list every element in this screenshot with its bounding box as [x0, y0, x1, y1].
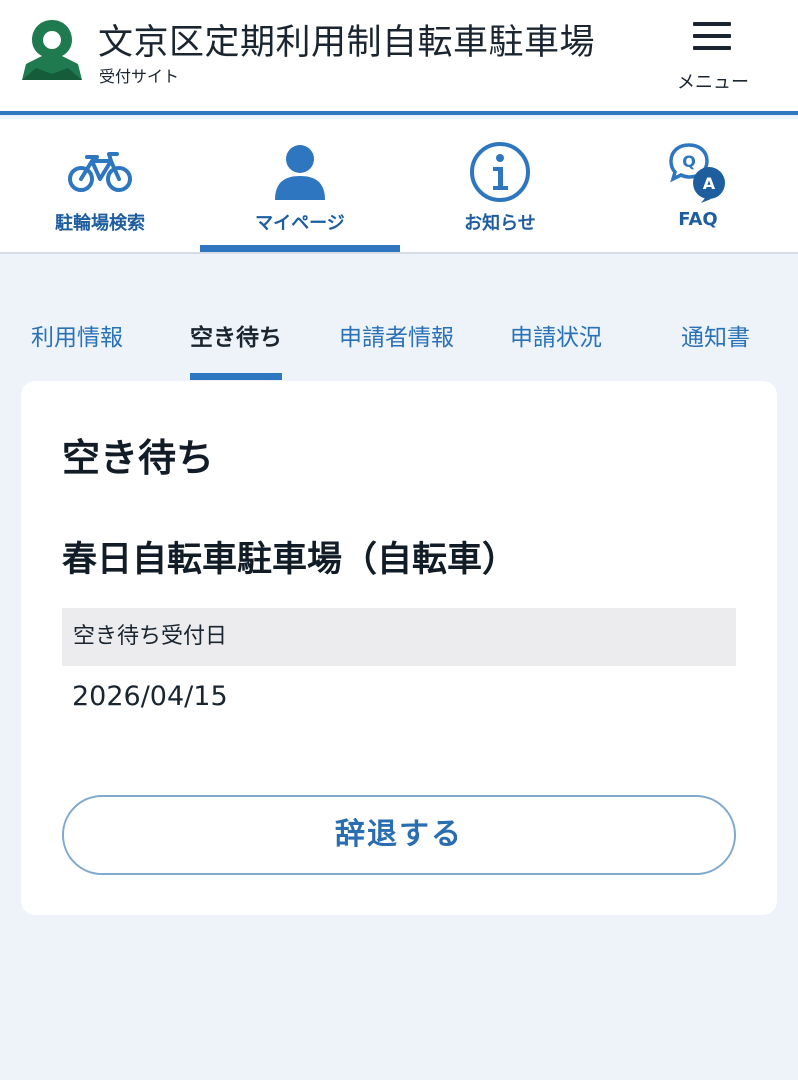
nav-label: マイページ — [255, 213, 345, 234]
nav-faq[interactable]: Q A FAQ — [598, 119, 798, 252]
mypage-tabs: 利用情報 空き待ち 申請者情報 申請状況 通知書 — [0, 318, 798, 380]
tab-label: 通知書 — [681, 325, 750, 351]
tab-applicant-info[interactable]: 申請者情報 — [339, 318, 454, 380]
faq-icon: Q A — [669, 143, 725, 203]
field-value-waiting-date: 2026/04/15 — [72, 681, 228, 712]
menu-label: メニュー — [677, 72, 749, 93]
withdraw-button[interactable]: 辞退する — [62, 795, 736, 875]
site-subtitle: 受付サイト — [99, 67, 180, 86]
bicycle-icon — [68, 152, 132, 192]
nav-active-indicator — [200, 245, 400, 252]
waiting-card: 空き待ち 春日自転車駐車場（自転車） 空き待ち受付日 2026/04/15 辞退… — [21, 381, 777, 915]
tab-application-status[interactable]: 申請状況 — [510, 318, 602, 380]
nav-label: FAQ — [678, 209, 718, 230]
site-header: 文京区定期利用制自転車駐車場 受付サイト メニュー — [0, 0, 798, 115]
field-label-waiting-date: 空き待ち受付日 — [62, 608, 736, 666]
hamburger-icon — [693, 22, 731, 50]
tab-label: 申請者情報 — [339, 325, 454, 351]
nav-label: 駐輪場検索 — [55, 213, 145, 234]
info-icon — [470, 142, 530, 202]
tab-waiting[interactable]: 空き待ち — [190, 318, 282, 380]
bunkyo-ward-logo[interactable] — [18, 18, 86, 84]
tab-usage-info[interactable]: 利用情報 — [31, 318, 123, 380]
person-icon — [275, 145, 325, 200]
svg-text:Q: Q — [682, 152, 696, 171]
tab-label: 空き待ち — [190, 325, 282, 351]
tab-label: 利用情報 — [31, 325, 123, 351]
menu-button[interactable]: メニュー — [668, 18, 758, 94]
nav-label: お知らせ — [464, 213, 536, 234]
nav-mypage[interactable]: マイページ — [200, 119, 400, 252]
main-nav: 駐輪場検索 マイページ お知らせ Q A FAQ — [0, 119, 798, 254]
tab-label: 申請状況 — [510, 325, 602, 351]
site-title: 文京区定期利用制自転車駐車場 — [98, 23, 596, 63]
tab-active-indicator — [190, 373, 282, 380]
nav-parking-search[interactable]: 駐輪場検索 — [0, 119, 200, 252]
nav-news[interactable]: お知らせ — [400, 119, 600, 252]
card-title: 空き待ち — [62, 436, 215, 480]
svg-text:A: A — [703, 174, 716, 193]
tab-notices[interactable]: 通知書 — [681, 318, 750, 380]
parking-lot-name: 春日自転車駐車場（自転車） — [62, 540, 518, 580]
